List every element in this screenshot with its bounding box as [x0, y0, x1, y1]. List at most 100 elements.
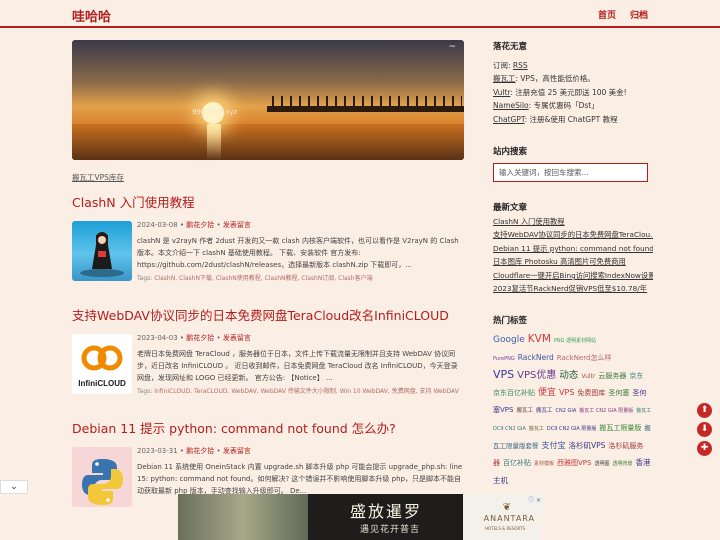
tag-cloud-link[interactable]: 京东 — [629, 372, 643, 380]
post-date: 2024-03-08 — [137, 221, 178, 229]
bandwagon-link[interactable]: 搬瓦工 — [493, 74, 516, 83]
tag-cloud-link[interactable]: 搬瓦工 — [536, 408, 553, 414]
tag-link[interactable]: 支持 WebDAV — [420, 388, 459, 395]
tag-cloud-link[interactable]: 免费图库 — [577, 389, 605, 397]
scroll-down-button[interactable]: ⬇ — [697, 422, 712, 437]
tag-link[interactable]: ClashN教程 — [265, 275, 298, 282]
tag-link[interactable]: TeraCLOUD — [194, 388, 228, 395]
ad-close-icon[interactable]: ⓘ ✕ — [528, 495, 541, 504]
post-meta: 2023-03-31 • 鹏花夕拾 • 发表留言 — [137, 446, 251, 456]
recent-post-link[interactable]: ClashN 入门使用教程 — [493, 217, 653, 227]
nav-archive[interactable]: 归档 — [630, 8, 648, 21]
tag-cloud-link[interactable]: 便宜 — [538, 388, 556, 398]
namesilo-link[interactable]: NameSilo — [493, 101, 529, 110]
tag-cloud-link[interactable]: 搬瓦工 — [529, 426, 544, 432]
tag-link[interactable]: InfiniCLOUD — [154, 388, 190, 395]
post-comment-link[interactable]: 发表留言 — [223, 334, 251, 342]
post-tags: Tags: InfiniCLOUD, TeraCLOUD, WebDAV, We… — [137, 388, 459, 395]
recent-post-link[interactable]: Cloudflare一键开启Bing访问搜索IndexNow设置... — [493, 271, 653, 281]
post-date: 2023-04-03 — [137, 334, 178, 342]
post-tags: Tags: ClashN, ClashN下载, ClashN使用教程, Clas… — [137, 275, 373, 282]
post-title[interactable]: Debian 11 提示 python: command not found 怎… — [72, 418, 464, 437]
collapse-ad-button[interactable]: ⌄ — [0, 480, 28, 494]
tag-cloud-link[interactable]: 动态 — [559, 370, 578, 381]
tag-cloud-link[interactable]: KVM — [528, 333, 551, 345]
site-logo[interactable]: 哇哈哈 — [72, 6, 111, 25]
tag-cloud-link[interactable]: 支付宝 — [542, 441, 566, 450]
tag-cloud-link[interactable]: 搬瓦工限量版 — [599, 424, 641, 432]
banner-image[interactable]: 9987688.xyz ~ — [72, 40, 464, 160]
tag-cloud-link[interactable]: RackNerd — [518, 353, 554, 362]
post-author[interactable]: 鹏花夕拾 — [186, 447, 214, 455]
tag-cloud-link[interactable]: 搬瓦工 CN2 GIA 限量版 — [579, 408, 633, 414]
tag-cloud-link[interactable]: 透明图 — [594, 461, 609, 467]
tag-cloud-link[interactable]: Google — [493, 335, 525, 345]
tag-cloud-link[interactable]: 透明背景 — [612, 461, 632, 467]
tag-link[interactable]: ClashN使用教程 — [216, 275, 261, 282]
water — [72, 124, 464, 160]
post-thumbnail[interactable]: InfiniCLOUD — [72, 334, 132, 394]
tag-cloud-link[interactable]: 圣何塞 — [608, 389, 629, 397]
tag-link[interactable]: Win 10 WebDAV — [340, 388, 388, 395]
about-line: Vultr: 注册充值 25 美元即送 100 美金! — [493, 87, 627, 98]
recent-post-link[interactable]: 日本图库 Photosku 高清图片可免费商用 — [493, 257, 653, 267]
tag-cloud-link[interactable]: 洛杉矶VPS — [569, 441, 606, 450]
infinicloud-logo-icon: InfiniCLOUD — [78, 345, 126, 388]
about-line-text: : VPS，高性能低价格。 — [515, 74, 595, 83]
post-title[interactable]: 支持WebDAV协议同步的日本免费网盘TeraCloud改名InfiniCLOU… — [72, 305, 464, 324]
tag-cloud-link[interactable]: RackNerd怎么样 — [557, 354, 612, 362]
meta-sep: • — [179, 221, 185, 229]
tag-link[interactable]: ClashN下载 — [179, 275, 212, 282]
recent-post-link[interactable]: Debian 11 提示 python: command not found 怎… — [493, 244, 653, 254]
tag-link[interactable]: WebDAV — [231, 388, 256, 395]
post-thumbnail[interactable] — [72, 447, 132, 507]
post-author[interactable]: 鹏花夕拾 — [186, 221, 214, 229]
tag-cloud-link[interactable]: 搬瓦工 — [516, 408, 533, 414]
post-author[interactable]: 鹏花夕拾 — [186, 334, 214, 342]
anantara-logo-icon: ❦ — [502, 502, 511, 513]
about-line: ChatGPT: 注册&使用 ChatGPT 教程 — [493, 114, 618, 125]
recent-post-link[interactable]: 2023复活节RackNerd促销VPS低至$10.78/年 — [493, 284, 653, 294]
post-comment-link[interactable]: 发表留言 — [223, 447, 251, 455]
nav-home[interactable]: 首页 — [598, 8, 616, 21]
tag-cloud-link[interactable]: PNG 透明素材网站 — [554, 338, 596, 344]
about-line-text: : 注册充值 25 美元即送 100 美金! — [510, 88, 627, 97]
scroll-top-button[interactable]: ⬆ — [697, 403, 712, 418]
tag-cloud-link[interactable]: 素材模板 — [534, 461, 554, 467]
tag-link[interactable]: ClashN订阅 — [301, 275, 334, 282]
tag-cloud-link[interactable]: PurePNG — [493, 356, 515, 362]
post-comment-link[interactable]: 发表留言 — [223, 221, 251, 229]
ad-brand: ANANTARA — [483, 514, 535, 523]
tag-link[interactable]: Clash客户端 — [338, 275, 372, 282]
tag-link[interactable]: 免费网盘 — [392, 388, 416, 395]
post-thumbnail[interactable] — [72, 221, 132, 281]
banner-caption-link[interactable]: 搬瓦工VPS库存 — [72, 172, 124, 183]
tag-cloud-link[interactable]: 京东百亿补贴 — [493, 389, 535, 397]
tag-cloud-link[interactable]: 百亿补贴 — [503, 459, 531, 467]
tag-cloud-link[interactable]: CN2 GIA — [555, 408, 576, 414]
tag-cloud-link[interactable]: 西雅图VPS — [557, 459, 591, 467]
tags-title: 热门标签 — [493, 316, 528, 326]
ad-left-image — [178, 494, 308, 540]
vultr-link[interactable]: Vultr — [493, 88, 510, 97]
post-title[interactable]: ClashN 入门使用教程 — [72, 192, 464, 211]
comment-button[interactable]: ✚ — [697, 441, 712, 456]
search-input[interactable]: 输入关键词，按回车搜索... — [493, 163, 648, 182]
ad-banner[interactable]: 盛放暹罗 遇见花开普吉 ❦ ANANTARA HOTELS & RESORTS … — [178, 494, 543, 540]
rss-link[interactable]: RSS — [513, 61, 528, 70]
tag-link[interactable]: WebDAV 传输文件大小限制 — [261, 388, 336, 395]
tag-cloud-link[interactable]: DC9 CN2 GIA 限量版 — [547, 426, 596, 432]
tag-cloud-link[interactable]: VPS — [559, 388, 574, 397]
main-nav: 首页 归档 — [598, 8, 648, 21]
chatgpt-link[interactable]: ChatGPT — [493, 115, 525, 124]
tag-cloud-link[interactable]: Vultr — [581, 373, 595, 380]
tag-cloud: Google KVM PNG 透明素材网站 PurePNG RackNerd RackNe… — [493, 330, 653, 487]
recent-post-link[interactable]: 支持WebDAV协议同步的日本免费网盘TeraClou... — [493, 230, 653, 240]
banner-watermark: 9987688.xyz — [192, 108, 238, 116]
about-line-text: : 专属优惠码「Dst」 — [528, 101, 599, 110]
post-excerpt: Debian 11 系统使用 OneinStack 内置 upgrade.sh … — [137, 463, 463, 496]
tag-cloud-link[interactable]: 云服务器 — [598, 372, 626, 380]
tag-link[interactable]: ClashN — [154, 275, 175, 282]
tag-cloud-link[interactable]: VPS优惠 — [517, 370, 556, 381]
tag-cloud-link[interactable]: VPS — [493, 368, 514, 381]
